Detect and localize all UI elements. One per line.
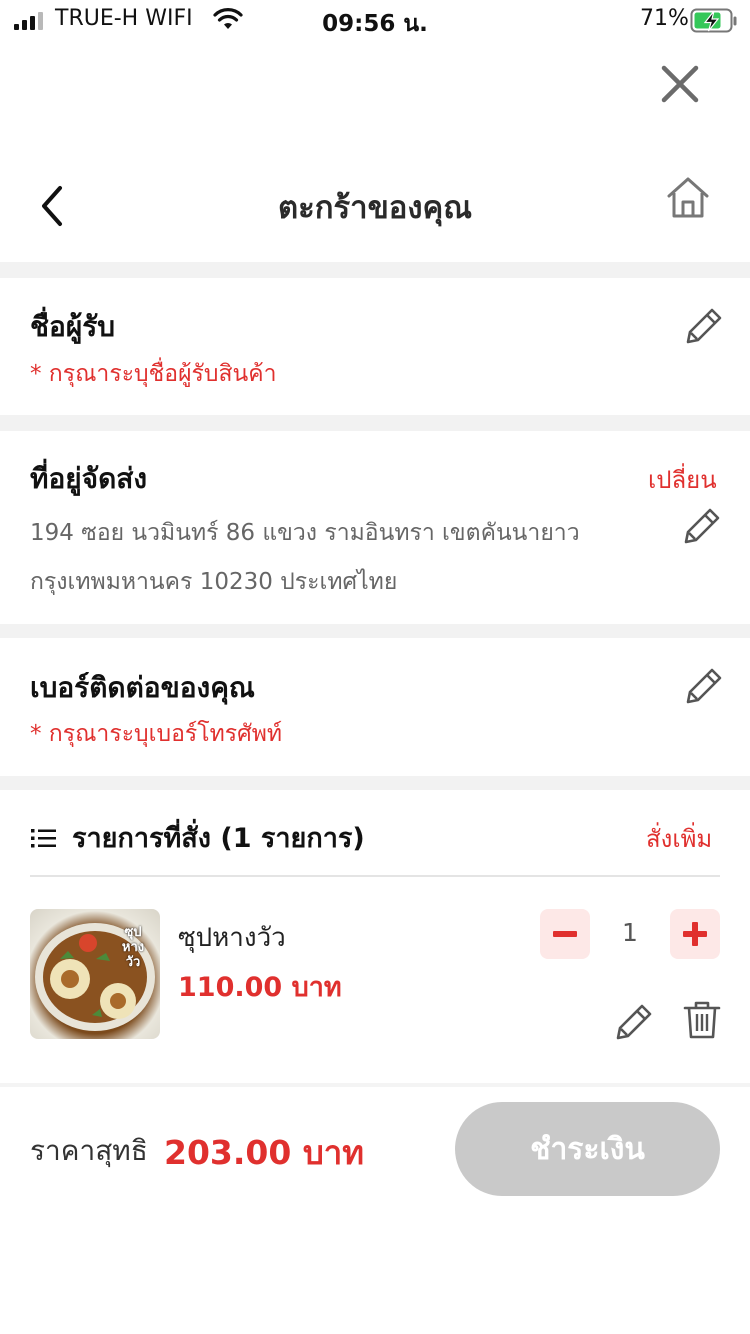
section-separator xyxy=(0,262,750,278)
increase-quantity-button[interactable] xyxy=(670,909,720,959)
back-chevron-icon[interactable] xyxy=(34,182,74,230)
home-icon[interactable] xyxy=(664,174,712,222)
change-address-link[interactable]: เปลี่ยน xyxy=(648,460,717,499)
address-line-2: กรุงเทพมหานคร 10230 ประเทศไทย xyxy=(30,569,398,595)
item-name: ซุปหางวัว xyxy=(178,923,286,953)
section-separator xyxy=(0,624,750,638)
item-price: 110.00 บาท xyxy=(178,972,342,1003)
delete-item-trash-icon[interactable] xyxy=(682,1000,722,1040)
battery-charging-icon xyxy=(690,8,737,33)
order-more-link[interactable]: สั่งเพิ่ม xyxy=(646,819,712,858)
orders-divider xyxy=(30,875,720,877)
phone-hint: * กรุณาระบุเบอร์โทรศัพท์ xyxy=(30,721,283,747)
orders-title: รายการที่สั่ง (1 รายการ) xyxy=(72,823,365,854)
recipient-title: ชื่อผู้รับ xyxy=(30,310,116,343)
address-line-1: 194 ซอย นวมินทร์ 86 แขวง รามอินทรา เขตคั… xyxy=(30,520,580,546)
address-title: ที่อยู่จัดส่ง xyxy=(30,462,148,495)
edit-address-pencil-icon[interactable] xyxy=(682,506,722,546)
recipient-hint: * กรุณาระบุชื่อผู้รับสินค้า xyxy=(30,361,277,387)
list-icon xyxy=(31,829,56,848)
total-value: 203.00 บาท xyxy=(164,1133,365,1172)
phone-title: เบอร์ติดต่อของคุณ xyxy=(30,671,255,704)
total-label: ราคาสุทธิ xyxy=(30,1134,148,1167)
page-title: ตะกร้าของคุณ xyxy=(277,190,473,226)
status-time: 09:56 น. xyxy=(322,11,428,37)
decrease-quantity-button[interactable] xyxy=(540,909,590,959)
section-separator xyxy=(0,415,750,431)
item-thumbnail: ซุป หาง วัว xyxy=(30,909,160,1039)
edit-phone-pencil-icon[interactable] xyxy=(684,666,724,706)
battery-percent: 71% xyxy=(640,6,689,31)
section-separator xyxy=(0,776,750,790)
edit-item-pencil-icon[interactable] xyxy=(614,1002,654,1042)
status-bar: TRUE-H WIFI 09:56 น. 71% xyxy=(0,0,750,40)
pay-button[interactable]: ชำระเงิน xyxy=(455,1102,720,1196)
close-icon[interactable] xyxy=(656,60,704,108)
thumbnail-caption: ซุป หาง วัว xyxy=(121,925,145,970)
edit-recipient-pencil-icon[interactable] xyxy=(684,306,724,346)
item-quantity: 1 xyxy=(622,918,638,947)
footer-divider xyxy=(0,1083,750,1087)
minus-icon xyxy=(553,931,577,937)
